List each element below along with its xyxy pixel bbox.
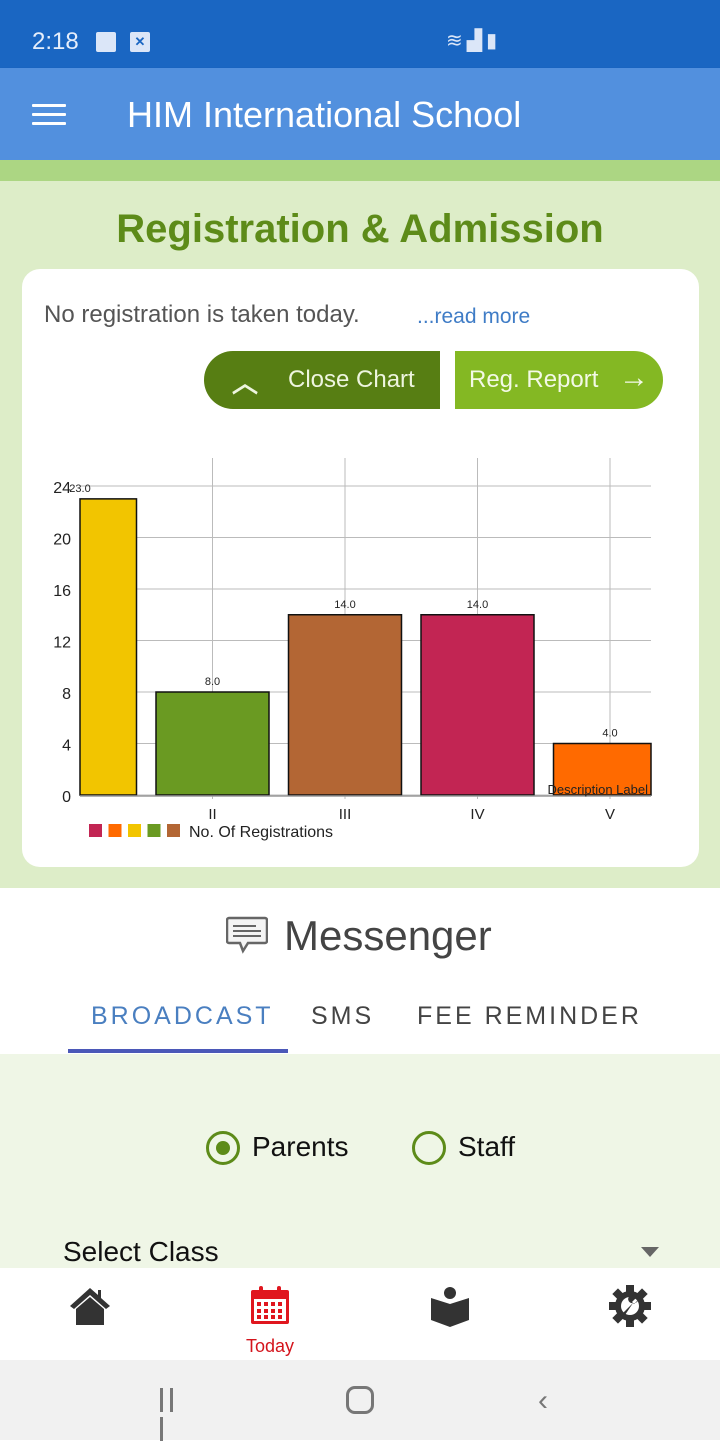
legend-swatch [147,824,161,837]
tab-broadcast[interactable]: BROADCAST [91,1002,274,1031]
messenger-title: Messenger [284,912,492,959]
legend-label: No. Of Registrations [189,824,333,841]
nav-home[interactable] [45,1278,135,1358]
calendar-icon [251,1286,289,1324]
select-class-dropdown[interactable]: Select Class [63,1236,219,1268]
x-tick-label: IV [470,806,484,823]
legend-swatch [89,824,102,837]
chart-description-label: Description Label [548,782,649,797]
registration-section: Registration & Admission No registration… [0,181,720,888]
tab-sms[interactable]: SMS [311,1002,374,1031]
y-tick-label: 4 [62,738,71,755]
bar-iv [420,614,535,796]
system-navigation-bar: ‹ [0,1360,720,1441]
recent-apps-button[interactable] [160,1388,186,1441]
radio-selected-icon [206,1131,240,1165]
bar-value-label: 4.0 [602,728,617,740]
broadcast-panel: Parents Staff Select Class [0,1054,720,1268]
y-tick-label: 12 [53,635,71,652]
chat-message-icon [226,916,268,954]
bar-ii [155,691,270,796]
bar-iii [287,614,403,796]
registration-card: No registration is taken today. ...read … [22,269,699,867]
settings-wrench-icon [609,1285,651,1327]
bar-i [79,498,138,796]
home-icon [70,1288,110,1325]
bar-value-label: 23.0 [69,483,90,495]
tab-fee-reminder[interactable]: FEE REMINDER [417,1002,642,1031]
bar-value-label: 14.0 [334,599,355,611]
legend-swatch [128,824,141,837]
nav-reader[interactable] [405,1278,495,1358]
radio-label-parents: Parents [252,1131,349,1162]
dropdown-arrow-icon[interactable] [641,1247,659,1257]
x-tick-label: II [208,806,216,823]
messenger-section: Messenger BROADCAST SMS FEE REMINDER [0,888,720,1054]
y-tick-label: 0 [62,789,71,806]
radio-unselected-icon [412,1131,446,1165]
nav-today-label: Today [245,1336,295,1356]
legend-swatch [108,824,122,837]
x-tick-label: V [605,806,615,823]
system-home-button[interactable] [346,1386,374,1414]
legend-swatch [167,824,180,837]
active-tab-indicator [68,1049,288,1053]
y-tick-label: 8 [62,686,71,703]
radio-label-staff: Staff [458,1131,516,1162]
nav-today[interactable]: Today [225,1278,315,1358]
registrations-bar-chart: 0481216202423.08.014.0 14.04.0II III IV VDes… [53,458,652,841]
back-button[interactable]: ‹ [538,1384,548,1418]
bottom-navigation: Today [0,1268,720,1360]
y-tick-label: 16 [53,583,71,600]
x-tick-label: III [339,806,352,823]
reader-book-icon [431,1287,469,1327]
bar-value-label: 14.0 [467,599,488,611]
nav-settings[interactable] [585,1278,675,1358]
y-tick-label: 20 [53,532,71,549]
bar-value-label: 8.0 [205,676,220,688]
